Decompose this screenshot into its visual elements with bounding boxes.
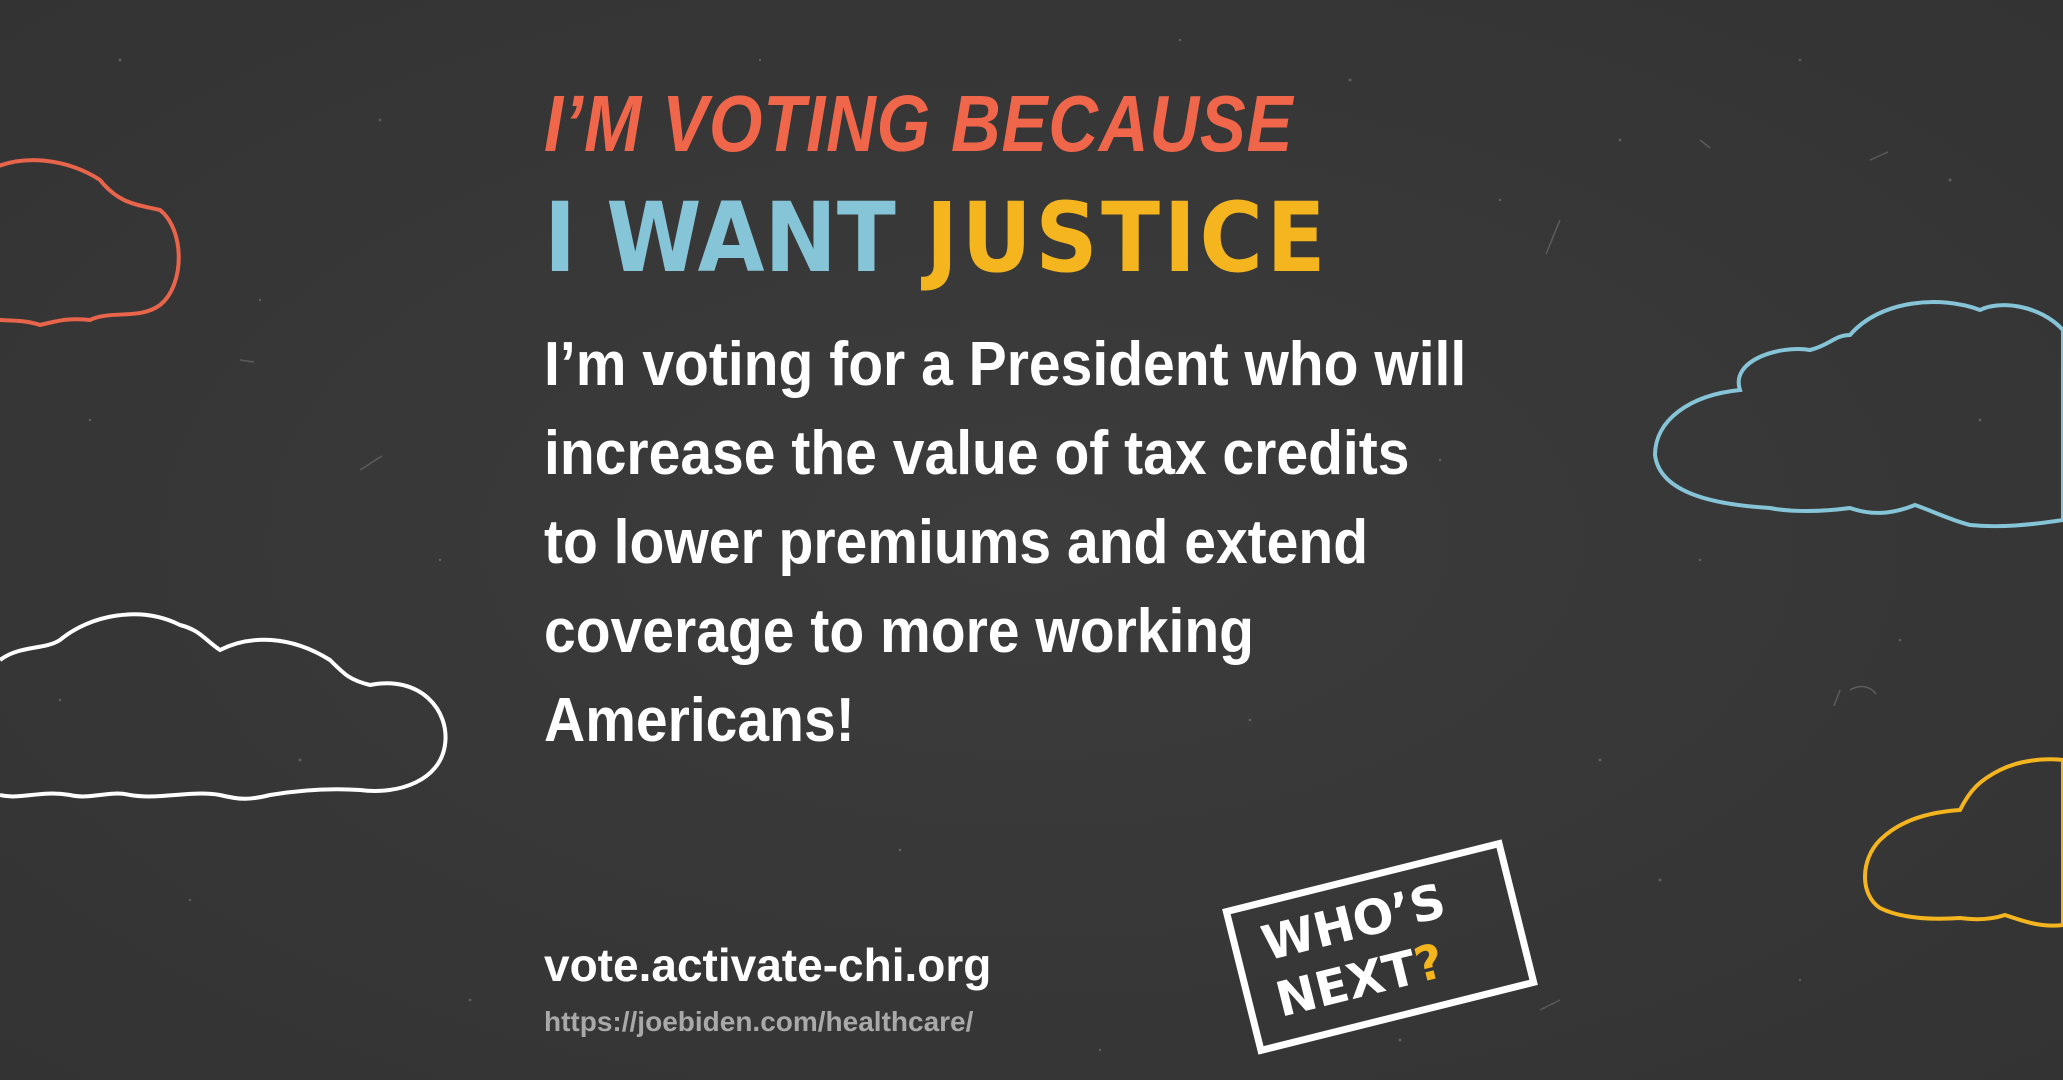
body-line: coverage to more working — [544, 597, 1255, 666]
source-url: https://joebiden.com/healthcare/ — [544, 1006, 974, 1037]
kicker-heading: I’M VOTING BECAUSE — [544, 79, 1294, 168]
headline-part-1: I WANT — [544, 182, 896, 294]
body-statement: I’m voting for a President who will incr… — [544, 320, 1584, 765]
cloud-outline-icon — [0, 158, 181, 328]
site-url: vote.activate-chi.org — [544, 939, 992, 991]
body-line: to lower premiums and extend — [544, 508, 1369, 577]
body-line: Americans! — [544, 686, 855, 755]
cloud-outline-icon — [1863, 757, 2063, 928]
headline: I WANT JUSTICE — [544, 190, 1329, 286]
headline-part-2: JUSTICE — [925, 182, 1330, 294]
body-line: I’m voting for a President who will — [544, 330, 1467, 399]
cloud-outline-icon — [1652, 300, 2063, 529]
body-line: increase the value of tax credits — [544, 419, 1410, 488]
cloud-outline-icon — [0, 612, 448, 801]
